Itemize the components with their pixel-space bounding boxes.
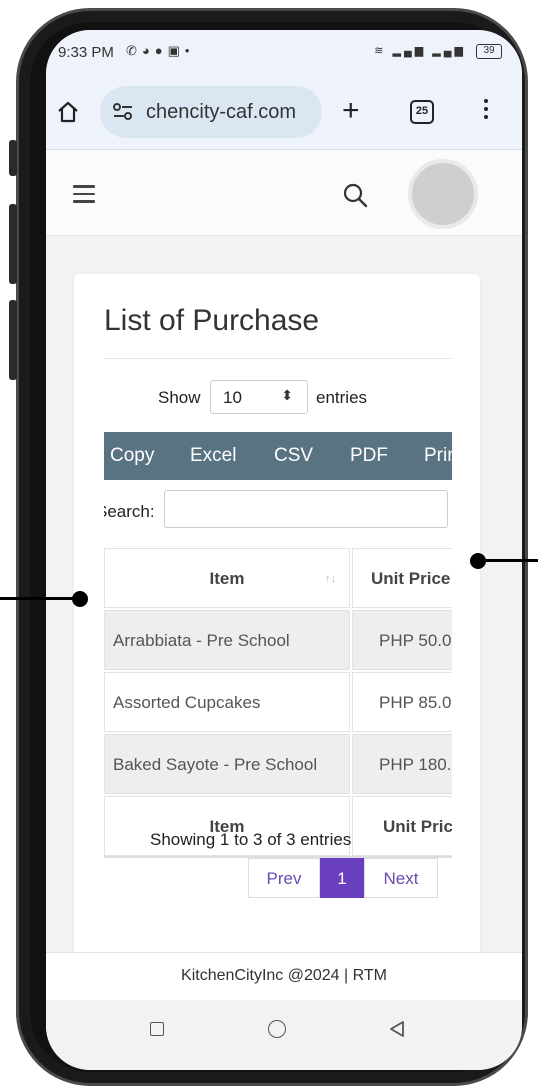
table-info: Showing 1 to 3 of 3 entries bbox=[150, 830, 352, 849]
entries-label: entries bbox=[316, 388, 368, 407]
page-1-button[interactable]: 1 bbox=[320, 858, 364, 898]
signal-icons: ≋ ▂▄▆ ▂▄▆ bbox=[374, 45, 466, 57]
chat-icon: ● bbox=[154, 43, 168, 58]
new-tab-icon[interactable]: + bbox=[342, 96, 360, 126]
address-bar[interactable]: chencity-caf.com bbox=[100, 86, 322, 138]
system-nav-bar bbox=[46, 1000, 522, 1070]
volume-button bbox=[9, 204, 17, 284]
price-cell: PHP 85.00 bbox=[352, 672, 452, 732]
purchase-list-card: List of Purchase Show 10 ⬍ entries Copy … bbox=[74, 274, 480, 974]
item-cell: Assorted Cupcakes bbox=[104, 672, 350, 732]
copy-button[interactable]: Copy bbox=[110, 432, 154, 480]
pdf-button[interactable]: PDF bbox=[350, 432, 388, 480]
print-button[interactable]: Print bbox=[424, 432, 452, 480]
tab-switcher-button[interactable]: 25 bbox=[410, 100, 434, 124]
table-header-row: Item ↑↓ Unit Price bbox=[104, 548, 452, 610]
back-nav-icon[interactable] bbox=[388, 1020, 406, 1038]
phone-side-button bbox=[9, 140, 17, 176]
export-button-bar: Copy Excel CSV PDF Print bbox=[104, 432, 452, 480]
csv-button[interactable]: CSV bbox=[274, 432, 313, 480]
table-row[interactable]: Baked Sayote - Pre School PHP 180.00 bbox=[104, 734, 452, 796]
messenger-icon: ◕ bbox=[141, 43, 155, 58]
search-icon[interactable] bbox=[342, 182, 368, 208]
home-icon[interactable] bbox=[56, 100, 80, 124]
volume-button bbox=[9, 300, 17, 380]
item-cell: Arrabbiata - Pre School bbox=[104, 610, 350, 670]
callout-dot-left bbox=[72, 591, 88, 607]
callout-line-left bbox=[0, 597, 76, 600]
status-bar: 9:33 PM ✆◕●▣• ≋ ▂▄▆ ▂▄▆ 39 bbox=[46, 30, 522, 74]
phone-screen: 9:33 PM ✆◕●▣• ≋ ▂▄▆ ▂▄▆ 39 chencity-caf.… bbox=[46, 30, 522, 1070]
next-page-button[interactable]: Next bbox=[364, 858, 438, 898]
price-cell: PHP 180.00 bbox=[352, 734, 452, 794]
search-label: Search: bbox=[104, 502, 155, 521]
page-title: List of Purchase bbox=[104, 304, 320, 337]
recent-apps-icon[interactable] bbox=[150, 1022, 164, 1036]
site-settings-icon[interactable] bbox=[112, 101, 134, 123]
browser-toolbar: chencity-caf.com + 25 bbox=[46, 74, 522, 150]
excel-button[interactable]: Excel bbox=[190, 432, 236, 480]
app-header bbox=[46, 150, 522, 236]
shop-icon: ▣ bbox=[167, 43, 185, 58]
page-footer: KitchenCityInc @2024 | RTM bbox=[46, 952, 522, 1000]
battery-icon: 39 bbox=[476, 44, 502, 59]
callout-line-right bbox=[480, 559, 538, 562]
sort-icon[interactable]: ↑↓ bbox=[325, 549, 336, 607]
column-footer-unit-price: Unit Price bbox=[352, 796, 452, 856]
divider bbox=[104, 358, 452, 359]
hamburger-menu-icon[interactable] bbox=[73, 185, 95, 203]
more-menu-icon[interactable] bbox=[482, 96, 490, 126]
status-time: 9:33 PM bbox=[58, 44, 114, 61]
entries-value: 10 bbox=[223, 388, 242, 407]
column-header-unit-price[interactable]: Unit Price bbox=[352, 548, 452, 608]
price-cell: PHP 50.00 bbox=[352, 610, 452, 670]
search-input[interactable] bbox=[164, 490, 448, 528]
prev-page-button[interactable]: Prev bbox=[248, 858, 320, 898]
home-nav-icon[interactable] bbox=[268, 1020, 286, 1038]
column-header-item[interactable]: Item ↑↓ bbox=[104, 548, 350, 608]
avatar[interactable] bbox=[408, 159, 478, 229]
whatsapp-icon: ✆ bbox=[126, 43, 142, 58]
column-label: Item bbox=[209, 569, 245, 588]
table-wrapper[interactable]: Show 10 ⬍ entries Copy Excel CSV PDF Pri… bbox=[104, 360, 452, 980]
notification-icons: ✆◕●▣• bbox=[126, 43, 194, 59]
item-cell: Baked Sayote - Pre School bbox=[104, 734, 350, 794]
select-arrows-icon: ⬍ bbox=[281, 387, 293, 403]
table-row[interactable]: Arrabbiata - Pre School PHP 50.00 bbox=[104, 610, 452, 672]
show-label: Show bbox=[158, 388, 201, 407]
url-text[interactable]: chencity-caf.com bbox=[146, 101, 296, 124]
dot-icon: • bbox=[184, 43, 195, 58]
battery-level: 39 bbox=[483, 45, 495, 56]
table-row[interactable]: Assorted Cupcakes PHP 85.00 bbox=[104, 672, 452, 734]
entries-select[interactable]: 10 ⬍ bbox=[210, 380, 308, 414]
